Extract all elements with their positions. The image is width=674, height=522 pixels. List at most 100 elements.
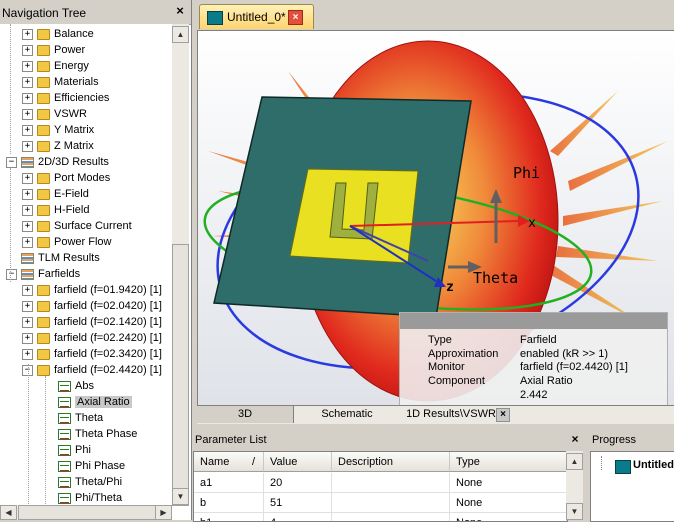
project-icon — [615, 460, 631, 474]
column-header-type[interactable]: Type — [450, 452, 567, 472]
tree-item[interactable]: + Energy — [22, 58, 89, 74]
expand-icon[interactable]: + — [22, 60, 33, 72]
tree-item[interactable]: + farfield (f=02.0420) [1] — [22, 298, 162, 314]
tree-item[interactable]: Phi — [58, 442, 91, 458]
table-cell-type[interactable]: None — [450, 473, 567, 493]
expand-icon[interactable]: + — [22, 188, 33, 200]
close-icon[interactable]: × — [568, 432, 582, 446]
expand-icon[interactable]: + — [22, 92, 33, 104]
tree-item[interactable]: + Power Flow — [22, 234, 111, 250]
tree-item-label: Theta Phase — [75, 428, 138, 440]
expand-icon[interactable]: + — [22, 236, 33, 248]
expand-icon[interactable]: + — [22, 284, 33, 296]
tree-item[interactable]: + Balance — [22, 26, 94, 42]
expand-icon[interactable]: + — [22, 76, 33, 88]
tree-item[interactable]: − Farfields — [6, 266, 80, 282]
expand-icon[interactable]: + — [22, 348, 33, 360]
tree-item-label: Phi Phase — [75, 460, 126, 472]
scroll-right-icon[interactable]: ▶ — [155, 505, 172, 520]
tree-item[interactable]: Abs — [58, 378, 94, 394]
tree-guide-line — [28, 364, 29, 506]
tree-vertical-scrollbar[interactable]: ▲ ▼ — [172, 24, 189, 506]
expand-icon[interactable]: + — [22, 300, 33, 312]
table-cell-type[interactable]: None — [450, 493, 567, 513]
results-stack-icon — [21, 268, 34, 280]
expand-icon[interactable]: + — [22, 44, 33, 56]
tree-item[interactable]: + Efficiencies — [22, 90, 109, 106]
collapse-icon[interactable]: − — [6, 156, 17, 168]
scroll-up-icon[interactable]: ▲ — [172, 26, 189, 43]
table-cell-value[interactable]: 20 — [264, 473, 332, 493]
tree-item-label: Farfields — [38, 268, 81, 280]
expand-icon[interactable]: + — [22, 220, 33, 232]
expand-icon[interactable]: + — [22, 172, 33, 184]
expand-icon[interactable]: + — [22, 124, 33, 136]
progress-title: Progress — [592, 434, 637, 446]
parameter-vertical-scrollbar[interactable]: ▲ ▼ — [566, 451, 583, 520]
tree-item[interactable]: Theta/Phi — [58, 474, 122, 490]
tree-item[interactable]: Phi Phase — [58, 458, 125, 474]
expand-icon[interactable]: + — [22, 316, 33, 328]
tree-item[interactable]: Phi/Theta — [58, 490, 122, 506]
table-cell-name[interactable]: b — [194, 493, 264, 513]
tab-untitled[interactable]: Untitled_0* × — [199, 4, 314, 29]
results-stack-icon — [21, 252, 34, 264]
scroll-thumb[interactable] — [172, 244, 189, 506]
tree-item-label: Energy — [54, 60, 89, 72]
column-header-description[interactable]: Description — [332, 452, 450, 472]
close-icon[interactable]: × — [172, 3, 188, 19]
tree-item[interactable]: + H-Field — [22, 202, 89, 218]
expand-icon[interactable]: + — [22, 108, 33, 120]
tab-close-icon[interactable]: × — [288, 10, 303, 25]
table-cell-value[interactable]: 4 — [264, 513, 332, 521]
tab-schematic[interactable]: Schematic — [307, 406, 387, 423]
tree-item[interactable]: + Power — [22, 42, 85, 58]
table-cell-name[interactable]: a1 — [194, 473, 264, 493]
table-cell-type[interactable]: None — [450, 513, 567, 521]
tree-item[interactable]: + E-Field — [22, 186, 89, 202]
x-axis-label: x — [528, 216, 536, 231]
table-cell-name[interactable]: b1 — [194, 513, 264, 521]
folder-icon — [37, 76, 50, 88]
tree-horizontal-scrollbar[interactable]: ◀ ▶ — [0, 505, 172, 520]
info-key: Component — [428, 375, 485, 387]
tree-item[interactable]: Axial Ratio — [58, 394, 132, 410]
table-cell-description[interactable] — [332, 513, 450, 521]
tab-1d-close-icon[interactable]: × — [496, 408, 510, 422]
tree-item[interactable]: + Materials — [22, 74, 99, 90]
table-cell-value[interactable]: 51 — [264, 493, 332, 513]
tree-item[interactable]: Theta Phase — [58, 426, 137, 442]
scroll-thumb-horizontal[interactable] — [18, 505, 156, 520]
expand-icon[interactable]: + — [22, 28, 33, 40]
tree-item[interactable]: + Y Matrix — [22, 122, 94, 138]
table-cell-description[interactable] — [332, 493, 450, 513]
plot-icon — [58, 380, 71, 392]
tree-item[interactable]: + farfield (f=02.3420) [1] — [22, 346, 162, 362]
tree-item[interactable]: + Port Modes — [22, 170, 110, 186]
tree-item[interactable]: + farfield (f=02.2420) [1] — [22, 330, 162, 346]
table-cell-description[interactable] — [332, 473, 450, 493]
tree-item[interactable]: TLM Results — [6, 250, 100, 266]
scroll-up-icon[interactable]: ▲ — [566, 453, 583, 470]
collapse-icon[interactable]: − — [6, 268, 17, 280]
tab-1d-results-vswr[interactable]: 1D Results\VSWR — [402, 406, 500, 423]
expand-icon[interactable]: + — [22, 140, 33, 152]
column-header-name[interactable]: Name / — [194, 452, 264, 472]
scroll-down-icon[interactable]: ▼ — [566, 503, 583, 520]
tree-item[interactable]: − 2D/3D Results — [6, 154, 109, 170]
tree-item[interactable]: Theta — [58, 410, 103, 426]
scroll-left-icon[interactable]: ◀ — [0, 505, 17, 520]
scroll-down-icon[interactable]: ▼ — [172, 488, 189, 505]
tree-item[interactable]: − farfield (f=02.4420) [1] — [22, 362, 162, 378]
tree-item[interactable]: + farfield (f=01.9420) [1] — [22, 282, 162, 298]
tree-item[interactable]: + VSWR — [22, 106, 87, 122]
tree-item[interactable]: + Surface Current — [22, 218, 132, 234]
folder-icon — [37, 28, 50, 40]
tab-3d[interactable]: 3D — [197, 406, 294, 423]
tree-item[interactable]: + farfield (f=02.1420) [1] — [22, 314, 162, 330]
column-header-value[interactable]: Value — [264, 452, 332, 472]
expand-icon[interactable]: + — [22, 204, 33, 216]
progress-item-label[interactable]: Untitled — [633, 459, 674, 471]
expand-icon[interactable]: + — [22, 332, 33, 344]
tree-item[interactable]: + Z Matrix — [22, 138, 94, 154]
